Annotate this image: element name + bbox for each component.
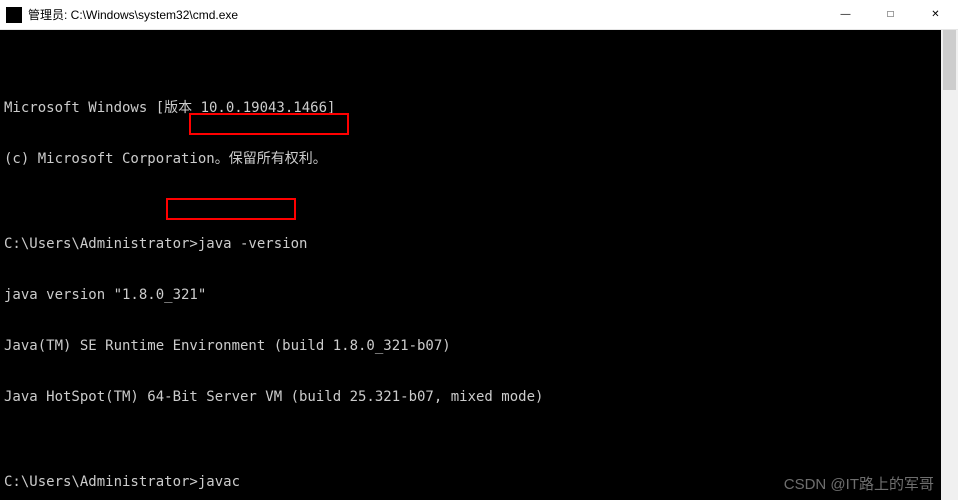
- output-line: Java HotSpot(TM) 64-Bit Server VM (build…: [4, 389, 954, 406]
- window-title: 管理员: C:\Windows\system32\cmd.exe: [28, 6, 823, 23]
- minimize-button[interactable]: —: [823, 0, 868, 29]
- output-line: (c) Microsoft Corporation。保留所有权利。: [4, 151, 954, 168]
- output-line: Java(TM) SE Runtime Environment (build 1…: [4, 338, 954, 355]
- output-line: Microsoft Windows [版本 10.0.19043.1466]: [4, 100, 954, 117]
- cmd-icon: [6, 7, 22, 23]
- maximize-button[interactable]: □: [868, 0, 913, 29]
- prompt-line: C:\Users\Administrator>java -version: [4, 236, 954, 253]
- vertical-scrollbar[interactable]: [941, 30, 958, 500]
- watermark: CSDN @IT路上的军哥: [784, 473, 934, 494]
- scrollbar-thumb[interactable]: [943, 30, 956, 90]
- output-line: java version "1.8.0_321": [4, 287, 954, 304]
- window-controls: — □ ✕: [823, 0, 958, 29]
- title-bar: 管理员: C:\Windows\system32\cmd.exe — □ ✕: [0, 0, 958, 30]
- close-button[interactable]: ✕: [913, 0, 958, 29]
- highlight-box-2: [166, 198, 296, 220]
- terminal-area[interactable]: Microsoft Windows [版本 10.0.19043.1466] (…: [0, 30, 958, 500]
